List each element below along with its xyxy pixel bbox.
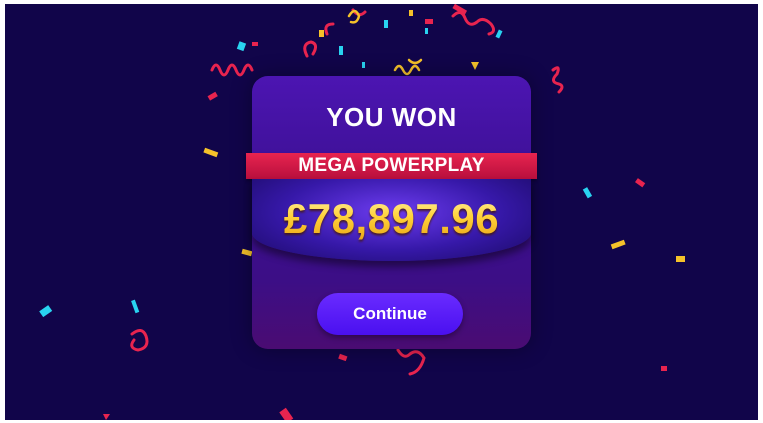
prize-name-ribbon: MEGA POWERPLAY xyxy=(246,153,537,179)
continue-button[interactable]: Continue xyxy=(317,293,463,335)
game-stage: YOU WON MEGA POWERPLAY £78,897.96 Contin… xyxy=(5,4,758,420)
win-dialog: YOU WON MEGA POWERPLAY £78,897.96 Contin… xyxy=(246,76,537,349)
win-amount: £78,897.96 xyxy=(252,195,531,243)
win-title: YOU WON xyxy=(326,102,457,132)
amount-panel: £78,897.96 xyxy=(252,179,531,261)
